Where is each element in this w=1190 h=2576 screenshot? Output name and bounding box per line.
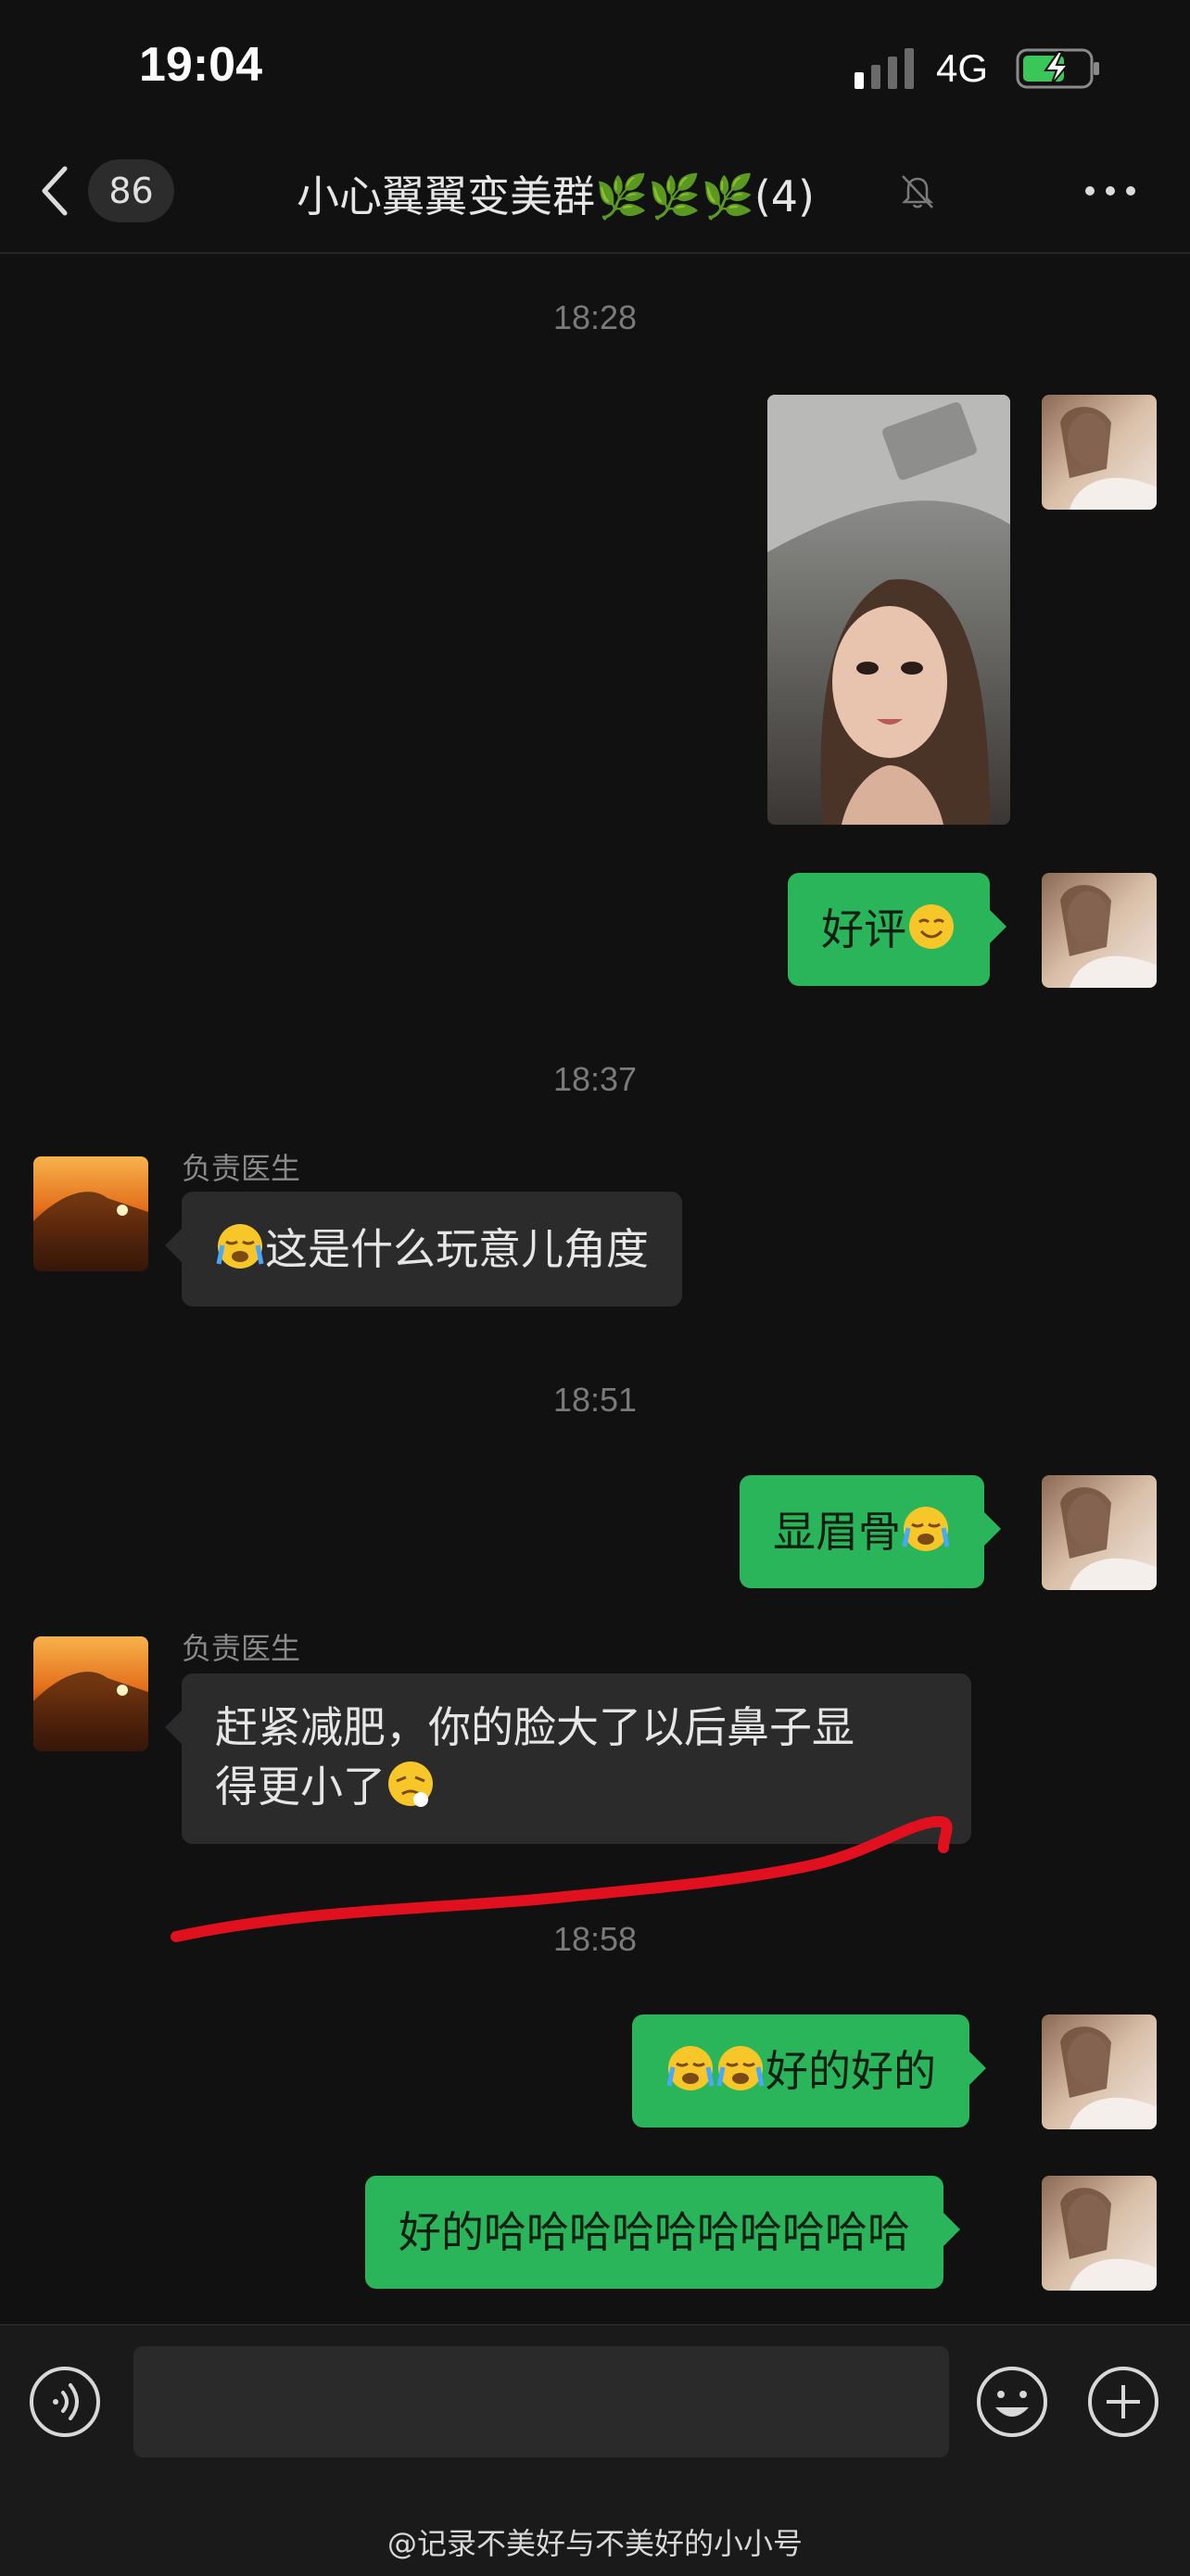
my-avatar[interactable] (1042, 873, 1157, 988)
message-bubble-outgoing[interactable]: 好评 (788, 873, 1006, 986)
my-avatar[interactable] (1042, 2176, 1157, 2291)
doctor-avatar[interactable] (33, 1156, 148, 1271)
back-chevron-icon[interactable] (37, 163, 74, 219)
timestamp: 18:37 (552, 1060, 638, 1098)
message-bubble-incoming[interactable]: 这是什么玩意儿角度 (165, 1192, 682, 1307)
add-more-icon[interactable] (1086, 2365, 1160, 2439)
emoji-picker-icon[interactable] (975, 2365, 1049, 2439)
sob-emoji-icon (716, 2046, 765, 2090)
message-text: 这是什么玩意儿角度 (265, 1224, 649, 1274)
message-text: 显眉骨 (773, 1507, 901, 1557)
message-text-line: 赶紧减肥，你的脸大了以后鼻子显 (215, 1702, 855, 1752)
red-underline-annotation (171, 1815, 953, 1942)
weibo-watermark: @记录不美好与不美好的小小号 (386, 2526, 803, 2561)
tired-emoji-icon (388, 1762, 433, 1807)
message-text: 好评 (821, 904, 906, 954)
sender-name: 负责医生 (182, 1631, 301, 1666)
my-avatar[interactable] (1042, 395, 1157, 510)
sender-name: 负责医生 (182, 1151, 301, 1186)
message-text: 好的哈哈哈哈哈哈哈哈哈哈 (399, 2207, 910, 2257)
doctor-avatar[interactable] (33, 1636, 148, 1751)
chat-title[interactable]: 小心翼翼变美群🌿🌿🌿(4) (297, 163, 815, 224)
image-message[interactable] (767, 395, 1010, 825)
message-bubble-outgoing[interactable]: 好的哈哈哈哈哈哈哈哈哈哈 (365, 2176, 960, 2289)
battery-charging-icon (1016, 48, 1099, 89)
timestamp: 18:28 (552, 298, 638, 336)
smile-emoji-icon (909, 904, 954, 949)
voice-input-icon[interactable] (28, 2365, 102, 2439)
my-avatar[interactable] (1042, 2014, 1157, 2129)
sob-emoji-icon (216, 1224, 264, 1269)
timestamp: 18:51 (552, 1381, 638, 1419)
muted-bell-icon (901, 175, 934, 208)
status-time: 19:04 (139, 38, 262, 92)
message-text-line: 得更小了 (215, 1762, 386, 1812)
unread-count-badge[interactable]: 86 (88, 159, 174, 222)
message-text: 好的好的 (766, 2046, 936, 2096)
selfie-photo (767, 395, 1010, 825)
message-bubble-outgoing[interactable]: 显眉骨 (740, 1475, 1001, 1588)
sob-emoji-icon (666, 2046, 715, 2090)
message-bubble-outgoing[interactable]: 好的好的 (632, 2014, 986, 2128)
network-label: 4G (936, 46, 989, 90)
more-options-icon[interactable] (1082, 182, 1138, 200)
my-avatar[interactable] (1042, 1475, 1157, 1590)
message-input[interactable] (133, 2346, 949, 2457)
signal-icon (855, 48, 914, 89)
sob-emoji-icon (902, 1507, 950, 1551)
